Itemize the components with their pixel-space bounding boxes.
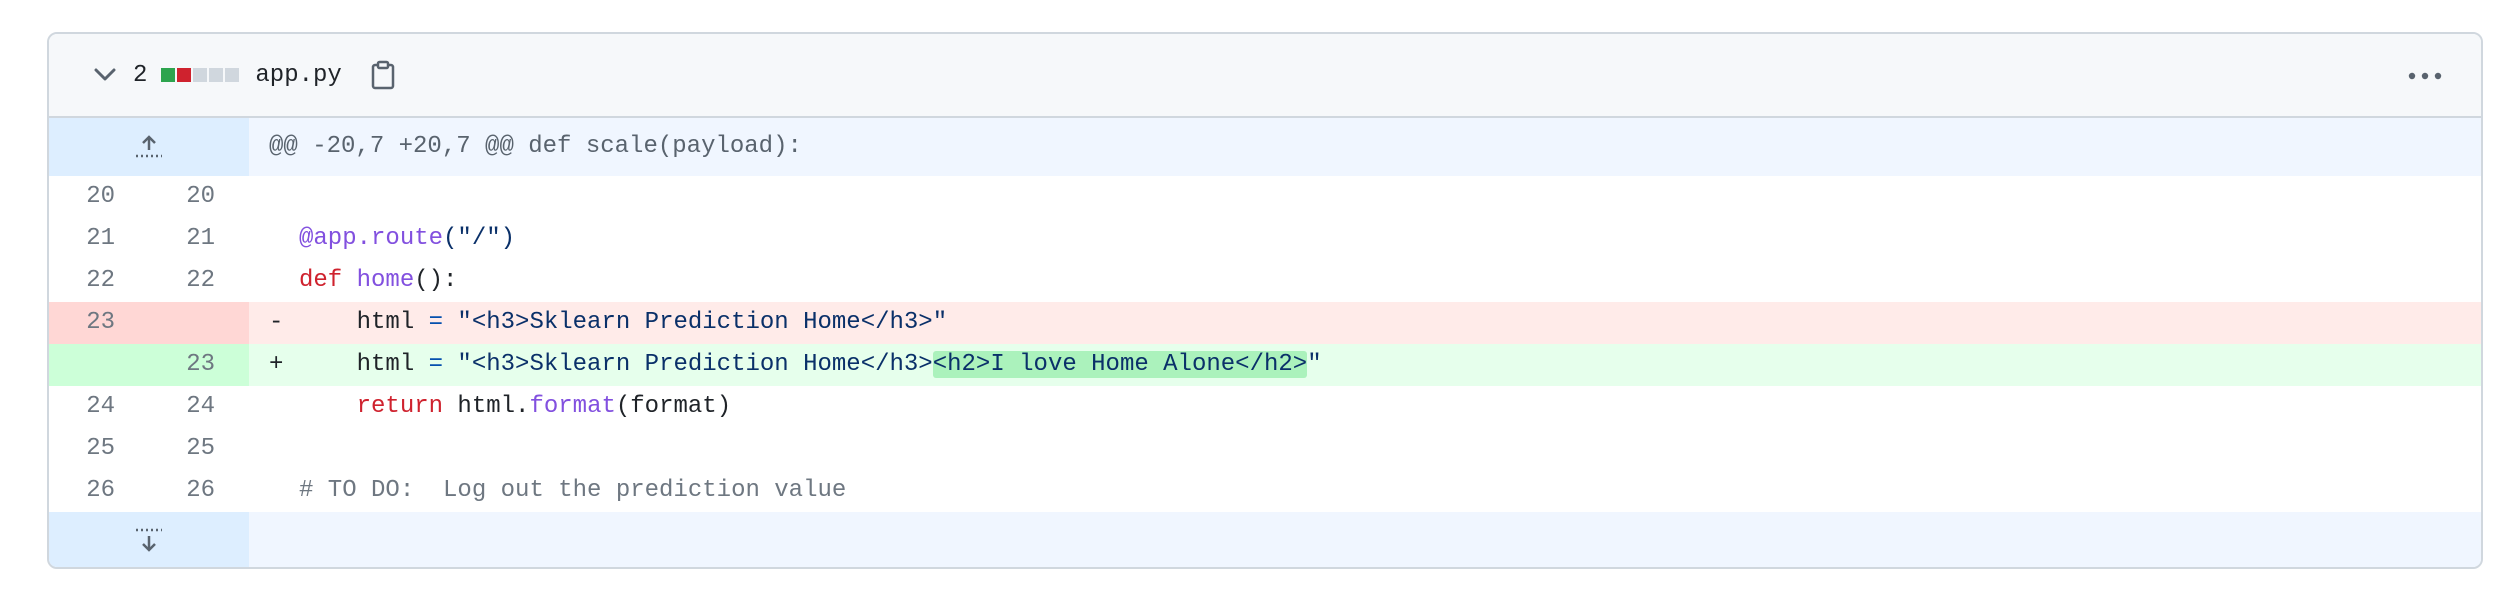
- line-gutter: 20 20: [49, 176, 249, 218]
- old-line-number[interactable]: 23: [49, 302, 149, 344]
- expand-down-button[interactable]: [49, 512, 249, 567]
- new-line-number[interactable]: 24: [149, 386, 249, 428]
- diff-marker: -: [269, 309, 284, 336]
- old-line-number[interactable]: 21: [49, 218, 149, 260]
- diffstat-block: [193, 68, 208, 82]
- code-line: @app.route("/"): [249, 218, 2481, 260]
- code-token: ():: [414, 267, 458, 294]
- code-line: - html = "<h3>Sklearn Prediction Home</h…: [249, 302, 2481, 344]
- diff-table: @@ -20,7 +20,7 @@ def scale(payload): 20…: [49, 118, 2481, 567]
- change-count: 2: [133, 61, 148, 89]
- context-line-row: 22 22 def home():: [49, 260, 2481, 302]
- new-line-number[interactable]: 20: [149, 176, 249, 218]
- code-token: @app.route: [299, 225, 444, 252]
- kebab-horizontal-icon: [2408, 72, 2442, 80]
- code-line: def home():: [249, 260, 2481, 302]
- fold-down-icon: [136, 528, 162, 552]
- old-line-number[interactable]: 25: [49, 428, 149, 470]
- copy-icon: [371, 60, 395, 90]
- diff-file: 2 app.py @@ -20,7 +20,7 @@ def scale(pay…: [47, 32, 2483, 569]
- hunk-header-row: @@ -20,7 +20,7 @@ def scale(payload):: [49, 118, 2481, 176]
- chevron-down-icon: [94, 68, 116, 81]
- line-gutter: 25 25: [49, 428, 249, 470]
- added-line-row: 23 + html = "<h3>Sklearn Prediction Home<…: [49, 344, 2481, 386]
- code-token: (format): [615, 393, 732, 420]
- code-token: return: [356, 393, 444, 420]
- diffstat-block: [177, 68, 192, 82]
- new-line-number[interactable]: 26: [149, 470, 249, 512]
- code-token: <h2>I love Home Alone</h2>: [932, 351, 1308, 378]
- code-token: # TO DO: Log out the prediction value: [299, 477, 847, 504]
- new-line-number[interactable]: 22: [149, 260, 249, 302]
- old-line-number[interactable]: 24: [49, 386, 149, 428]
- context-line-row: 25 25: [49, 428, 2481, 470]
- code-token: "<h3>Sklearn Prediction Home</h3>": [443, 309, 948, 336]
- code-token: ("/"): [443, 225, 516, 252]
- new-line-number[interactable]: 21: [149, 218, 249, 260]
- expand-row-code: [249, 512, 2481, 567]
- diffstat-block: [161, 68, 176, 82]
- code-line: return html.format(format): [249, 386, 2481, 428]
- code-token: =: [428, 351, 444, 378]
- old-line-number[interactable]: 26: [49, 470, 149, 512]
- line-gutter: 22 22: [49, 260, 249, 302]
- old-line-number[interactable]: [49, 344, 149, 386]
- deleted-line-row: 23 - html = "<h3>Sklearn Prediction Home<…: [49, 302, 2481, 344]
- file-name[interactable]: app.py: [255, 62, 341, 89]
- line-gutter: 21 21: [49, 218, 249, 260]
- collapse-button[interactable]: [89, 59, 121, 91]
- fold-up-icon: [136, 135, 162, 158]
- new-line-number[interactable]: 23: [149, 344, 249, 386]
- code-line: # TO DO: Log out the prediction value: [249, 470, 2481, 512]
- old-line-number[interactable]: 20: [49, 176, 149, 218]
- context-line-row: 21 21 @app.route("/"): [49, 218, 2481, 260]
- line-gutter: 26 26: [49, 470, 249, 512]
- diffstat-block: [209, 68, 224, 82]
- file-header: 2 app.py: [49, 34, 2481, 118]
- hunk-header: @@ -20,7 +20,7 @@ def scale(payload):: [249, 118, 2481, 176]
- line-gutter: 23: [49, 302, 249, 344]
- code-token: "<h3>Sklearn Prediction Home</h3>: [443, 351, 933, 378]
- line-gutter: 24 24: [49, 386, 249, 428]
- old-line-number[interactable]: 22: [49, 260, 149, 302]
- more-options-button[interactable]: [2405, 56, 2445, 96]
- diffstat-block: [225, 68, 240, 82]
- code-token: format: [529, 393, 616, 420]
- code-token: =: [428, 309, 444, 336]
- context-line-row: 26 26 # TO DO: Log out the prediction valu…: [49, 470, 2481, 512]
- code-token: def: [299, 267, 357, 294]
- code-line: + html = "<h3>Sklearn Prediction Home</h…: [249, 344, 2481, 386]
- diff-marker: +: [269, 351, 284, 378]
- new-line-number[interactable]: [149, 302, 249, 344]
- new-line-number[interactable]: 25: [149, 428, 249, 470]
- code-token: html: [299, 309, 429, 336]
- expand-row: [49, 512, 2481, 567]
- copy-path-button[interactable]: [368, 58, 398, 92]
- line-gutter: 23: [49, 344, 249, 386]
- code-token: home: [356, 267, 415, 294]
- diffstat: [161, 68, 240, 82]
- expand-up-button[interactable]: [49, 118, 249, 176]
- context-line-row: 24 24 return html.format(format): [49, 386, 2481, 428]
- code-token: ": [1307, 351, 1322, 378]
- code-token: html: [299, 351, 429, 378]
- code-token: html.: [443, 393, 530, 420]
- context-line-row: 20 20: [49, 176, 2481, 218]
